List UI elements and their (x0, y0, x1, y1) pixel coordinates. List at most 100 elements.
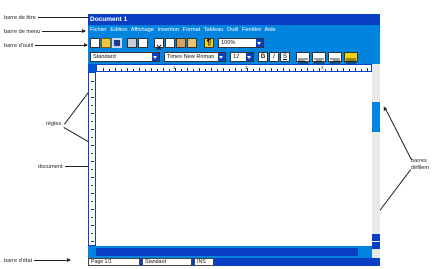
standard-toolbar: ¶ 100% (88, 36, 380, 51)
ruler-tick (217, 69, 218, 71)
ruler-tick (199, 68, 200, 71)
print-preview-icon[interactable] (138, 38, 148, 48)
ruler-tick (289, 69, 290, 71)
status-style: Standard (142, 258, 192, 266)
font-value: Times New Roman (167, 54, 215, 60)
horizontal-scrollbar[interactable] (88, 246, 372, 258)
title-bar: Document 1 (88, 14, 380, 25)
style-select[interactable]: Standard (90, 52, 160, 62)
status-page: Page 1/1 (88, 258, 140, 266)
ruler-tick (223, 68, 224, 71)
ruler-tick (349, 69, 350, 71)
ruler-tick (175, 68, 176, 71)
ruler-tick (295, 68, 296, 71)
menu-bar-label: barre de menu (4, 29, 87, 36)
underline-button[interactable]: S (280, 52, 290, 62)
menu-bar-arrow (42, 29, 87, 34)
copy-icon[interactable] (165, 38, 175, 48)
format-painter-icon[interactable] (187, 38, 197, 48)
ruler-tick (91, 169, 93, 170)
document-area[interactable] (96, 72, 372, 246)
save-icon[interactable] (112, 38, 122, 48)
scrollbars-label: barres défilem (411, 158, 429, 172)
ruler-tick (91, 217, 93, 218)
scroll-thumb-vertical[interactable] (372, 102, 380, 132)
ruler-tick (91, 161, 94, 162)
menu-help[interactable]: Aide (265, 27, 276, 33)
ruler-tick (355, 68, 356, 71)
new-document-icon[interactable] (90, 38, 100, 48)
menu-window[interactable]: Fenêtre (242, 27, 261, 33)
font-select[interactable]: Times New Roman (164, 52, 226, 62)
ruler-tick (163, 68, 164, 71)
style-value: Standard (93, 54, 116, 60)
title-bar-label-text: barre de titre (4, 15, 36, 21)
open-folder-icon[interactable] (101, 38, 111, 48)
align-center-icon[interactable] (312, 52, 326, 66)
zoom-select[interactable]: 100% (218, 38, 264, 48)
ruler-tick (145, 69, 146, 71)
align-right-icon[interactable] (328, 52, 342, 66)
ruler-tick (187, 68, 188, 71)
ruler-tick (91, 97, 94, 98)
align-left-icon[interactable] (296, 52, 310, 66)
ruler-tick (253, 69, 254, 71)
ruler-tick (169, 69, 170, 71)
menu-bar-label-text: barre de menu (4, 29, 41, 35)
chevron-down-icon (218, 53, 225, 61)
format-toolbar: Standard Times New Roman 12 G I S (88, 50, 380, 66)
vertical-scrollbar[interactable] (372, 64, 380, 258)
horizontal-ruler: 1 2 3 (96, 64, 372, 72)
ruler-tick (157, 69, 158, 71)
paste-icon[interactable] (176, 38, 186, 48)
ruler-tick (91, 185, 93, 186)
ruler-tick (91, 89, 93, 90)
zoom-value: 100% (221, 40, 236, 46)
ruler-tick (271, 68, 272, 71)
bold-button[interactable]: G (258, 52, 268, 62)
window-title: Document 1 (90, 16, 128, 23)
ruler-mark-3: 3 (321, 65, 324, 70)
menu-edit[interactable]: Edition (110, 27, 127, 33)
menu-insert[interactable]: Insertion (158, 27, 179, 33)
ruler-tick (235, 68, 236, 71)
ruler-tick (91, 233, 93, 234)
print-icon[interactable] (127, 38, 137, 48)
menu-table[interactable]: Tableau (204, 27, 224, 33)
ruler-tick (241, 69, 242, 71)
document-label: document (38, 164, 94, 171)
chevron-down-icon (246, 53, 253, 61)
ruler-tick (367, 68, 368, 71)
font-size-select[interactable]: 12 (230, 52, 254, 62)
ruler-tick (361, 69, 362, 71)
menu-format[interactable]: Format (183, 27, 201, 33)
font-size-value: 12 (233, 54, 240, 60)
menu-tools[interactable]: Outil (227, 27, 239, 33)
status-bar-label: barre d'état (4, 258, 72, 265)
ruler-tick (229, 69, 230, 71)
menu-file[interactable]: Fichier (90, 27, 107, 33)
ruler-tick (211, 68, 212, 71)
ruler-tick (277, 69, 278, 71)
ruler-tick (331, 68, 332, 71)
scroll-down-icon[interactable] (372, 242, 380, 249)
cut-icon[interactable] (154, 38, 164, 51)
ruler-tick (91, 137, 93, 138)
scroll-up-icon[interactable] (372, 234, 380, 241)
ruler-tick (301, 69, 302, 71)
ruler-tick (91, 121, 93, 122)
scrollbars-label-line1: barres (411, 158, 427, 164)
paragraph-marks-icon[interactable]: ¶ (204, 38, 214, 48)
ruler-tick (115, 68, 116, 71)
ruler-tick (91, 105, 93, 106)
status-bar: Page 1/1 Standard INS (88, 258, 380, 266)
ruler-tick (247, 68, 248, 71)
ruler-tick (91, 145, 94, 146)
title-bar-label: barre de titre (4, 15, 99, 22)
ruler-tick (343, 68, 344, 71)
italic-button[interactable]: I (269, 52, 279, 62)
justify-icon[interactable] (344, 52, 358, 66)
menu-view[interactable]: Affichage (131, 27, 154, 33)
scroll-thumb-horizontal[interactable] (96, 248, 358, 256)
status-mode: INS (194, 258, 214, 266)
